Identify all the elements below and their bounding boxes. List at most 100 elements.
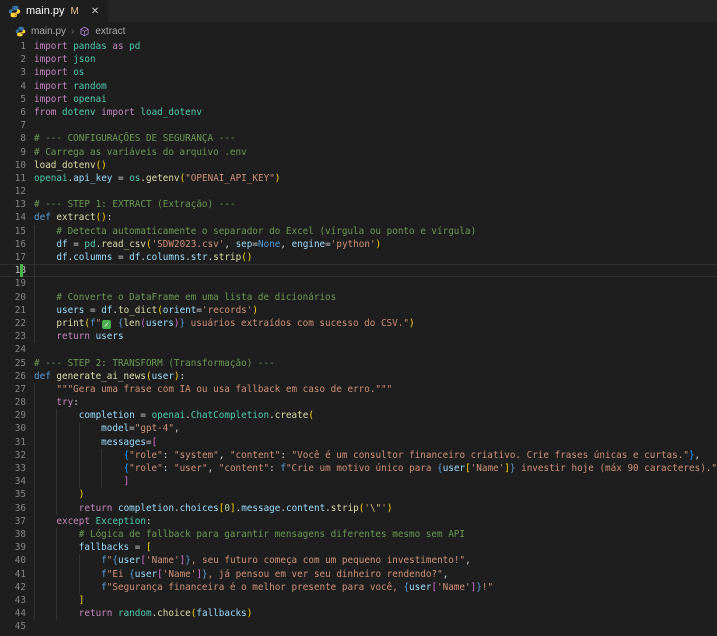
breadcrumb-item-symbol[interactable]: extract bbox=[95, 26, 125, 37]
code-line[interactable]: 9 # Carrega as variáveis do arquivo .env bbox=[0, 146, 717, 159]
code-line[interactable]: 6 from dotenv import load_dotenv bbox=[0, 106, 717, 119]
line-number[interactable]: 6 bbox=[0, 106, 26, 119]
line-number[interactable]: 40 bbox=[0, 554, 26, 567]
line-number[interactable]: 15 bbox=[0, 225, 26, 238]
line-number[interactable]: 11 bbox=[0, 172, 26, 185]
code-line[interactable]: 27 """Gera uma frase com IA ou usa fallb… bbox=[0, 382, 717, 397]
line-number[interactable]: 29 bbox=[0, 409, 26, 422]
code-line[interactable]: 13 # --- STEP 1: EXTRACT (Extração) --- bbox=[0, 198, 717, 211]
line-number[interactable]: 17 bbox=[0, 251, 26, 264]
line-number[interactable]: 25 bbox=[0, 357, 26, 370]
line-number[interactable]: 16 bbox=[0, 238, 26, 251]
line-number[interactable]: 32 bbox=[0, 449, 26, 462]
line-number[interactable]: 34 bbox=[0, 475, 26, 488]
line-number[interactable]: 28 bbox=[0, 396, 26, 409]
code-line[interactable]: 33 {"role": "user", "content": f"Crie um… bbox=[0, 462, 717, 476]
code-line[interactable]: 11 openai.api_key = os.getenv("OPENAI_API… bbox=[0, 172, 717, 185]
code-text: # Carrega as variáveis do arquivo .env bbox=[34, 146, 247, 158]
line-number[interactable]: 20 bbox=[0, 291, 26, 304]
code-line[interactable]: 43 ] bbox=[0, 593, 717, 608]
line-number[interactable]: 44 bbox=[0, 607, 26, 620]
line-number[interactable]: 37 bbox=[0, 515, 26, 528]
code-line[interactable]: 17 df.columns = df.columns.str.strip() bbox=[0, 251, 717, 265]
git-modified-badge: M bbox=[70, 5, 79, 17]
line-number[interactable]: 21 bbox=[0, 304, 26, 317]
line-number[interactable]: 36 bbox=[0, 502, 26, 515]
code-line[interactable]: 41 f"Ei {user['Name']}, já pensou em ver… bbox=[0, 567, 717, 581]
line-number[interactable]: 43 bbox=[0, 594, 26, 607]
line-number[interactable]: 3 bbox=[0, 66, 26, 79]
line-number[interactable]: 38 bbox=[0, 528, 26, 541]
code-line[interactable]: 45 bbox=[0, 620, 717, 633]
code-line[interactable]: 16 df = pd.read_csv('SDW2023.csv', sep=N… bbox=[0, 237, 717, 251]
code-line[interactable]: 1 import pandas as pd bbox=[0, 40, 717, 53]
line-number[interactable]: 24 bbox=[0, 343, 26, 356]
code-line[interactable]: 20 # Converte o DataFrame em uma lista d… bbox=[0, 290, 717, 304]
code-line[interactable]: 40 f"{user['Name']}, seu futuro começa c… bbox=[0, 554, 717, 568]
line-number[interactable]: 12 bbox=[0, 185, 26, 198]
code-line[interactable]: 19 bbox=[0, 277, 717, 291]
line-number[interactable]: 10 bbox=[0, 159, 26, 172]
code-line[interactable]: 14 def extract(): bbox=[0, 211, 717, 224]
code-line[interactable]: 38 # Lógica de fallback para garantir me… bbox=[0, 527, 717, 542]
breadcrumb-item-file[interactable]: main.py bbox=[31, 26, 66, 37]
code-line[interactable]: 25 # --- STEP 2: TRANSFORM (Transformação… bbox=[0, 357, 717, 370]
code-text: # Detecta automaticamente o separador do… bbox=[56, 225, 477, 237]
code-line[interactable]: 22 print(f" ✓ {len(users)} usuários extra… bbox=[0, 316, 717, 331]
code-line[interactable]: 29 completion = openai.ChatCompletion.cr… bbox=[0, 409, 717, 423]
line-number[interactable]: 5 bbox=[0, 93, 26, 106]
close-icon[interactable]: ✕ bbox=[91, 6, 99, 17]
chevron-right-icon: › bbox=[71, 25, 75, 37]
line-number[interactable]: 22 bbox=[0, 317, 26, 330]
code-line[interactable]: 5 import openai bbox=[0, 93, 717, 106]
code-line[interactable]: 39 fallbacks = [ bbox=[0, 541, 717, 555]
code-line[interactable]: 4 import random bbox=[0, 80, 717, 93]
code-line[interactable]: 15 # Detecta automaticamente o separador… bbox=[0, 224, 717, 238]
code-line[interactable]: 24 bbox=[0, 343, 717, 356]
line-number[interactable]: 14 bbox=[0, 211, 26, 224]
code-line[interactable]: 35 ) bbox=[0, 488, 717, 502]
line-number[interactable]: 23 bbox=[0, 330, 26, 343]
code-editor[interactable]: 1 import pandas as pd 2 import json 3 import … bbox=[0, 40, 717, 636]
code-line[interactable]: 23 return users bbox=[0, 330, 717, 344]
line-number[interactable]: 27 bbox=[0, 383, 26, 396]
line-number[interactable]: 31 bbox=[0, 436, 26, 449]
tab-main-py[interactable]: main.py M ✕ bbox=[0, 0, 109, 22]
line-number[interactable]: 45 bbox=[0, 620, 26, 633]
line-number[interactable]: 30 bbox=[0, 422, 26, 435]
line-number[interactable]: 13 bbox=[0, 198, 26, 211]
line-number[interactable]: 2 bbox=[0, 53, 26, 66]
code-line[interactable]: 7 bbox=[0, 119, 717, 132]
code-line[interactable]: 32 {"role": "system", "content": "Você é… bbox=[0, 448, 717, 462]
code-line[interactable]: 31 messages=[ bbox=[0, 435, 717, 449]
code-line[interactable]: 37 except Exception: bbox=[0, 514, 717, 528]
line-number[interactable]: 42 bbox=[0, 581, 26, 594]
code-line[interactable]: 36 return completion.choices[0].message.… bbox=[0, 501, 717, 515]
code-line[interactable]: 8 # --- CONFIGURAÇÕES DE SEGURANÇA --- bbox=[0, 132, 717, 145]
code-line[interactable]: 44 return random.choice(fallbacks) bbox=[0, 607, 717, 621]
code-line[interactable]: 3 import os bbox=[0, 66, 717, 79]
code-text: # Converte o DataFrame em uma lista de d… bbox=[56, 291, 337, 303]
code-line[interactable]: 2 import json bbox=[0, 53, 717, 66]
line-number[interactable]: 35 bbox=[0, 488, 26, 501]
line-number[interactable]: 33 bbox=[0, 462, 26, 475]
line-number[interactable]: 19 bbox=[0, 277, 26, 290]
code-line[interactable]: 42 f"Segurança financeira é o melhor pre… bbox=[0, 580, 717, 594]
line-number[interactable]: 41 bbox=[0, 568, 26, 581]
line-number[interactable]: 1 bbox=[0, 40, 26, 53]
code-line[interactable]: 21 users = df.to_dict(orient='records') bbox=[0, 303, 717, 317]
line-number[interactable]: 39 bbox=[0, 541, 26, 554]
code-line[interactable]: 28 try: bbox=[0, 396, 717, 410]
line-number[interactable]: 9 bbox=[0, 146, 26, 159]
line-number[interactable]: 4 bbox=[0, 80, 26, 93]
line-number[interactable]: 26 bbox=[0, 370, 26, 383]
line-number[interactable]: 7 bbox=[0, 119, 26, 132]
code-line[interactable]: 26 def generate_ai_news(user): bbox=[0, 370, 717, 383]
code-line[interactable]: 18 bbox=[0, 264, 717, 278]
code-line[interactable]: 10 load_dotenv() bbox=[0, 159, 717, 172]
code-text: users = df.to_dict(orient='records') bbox=[56, 304, 258, 316]
code-line[interactable]: 30 model="gpt-4", bbox=[0, 422, 717, 436]
line-number[interactable]: 8 bbox=[0, 132, 26, 145]
code-line[interactable]: 12 bbox=[0, 185, 717, 198]
code-line[interactable]: 34 ] bbox=[0, 475, 717, 489]
